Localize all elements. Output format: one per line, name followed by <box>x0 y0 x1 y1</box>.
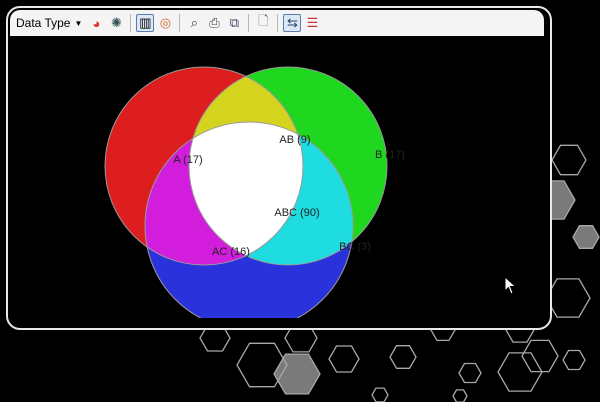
venn-label-ac: AC (16) <box>212 246 250 258</box>
radar-icon[interactable]: ✺ <box>107 14 125 32</box>
hexagon-decoration <box>389 345 417 369</box>
venn-label-a: A (17) <box>173 154 202 166</box>
hexagon-decoration <box>545 278 591 318</box>
hexagon-decoration <box>328 345 360 373</box>
copy-icon[interactable]: ⧉ <box>225 14 243 32</box>
hexagon-decoration <box>551 144 587 176</box>
print-preview-icon[interactable]: ⌕ <box>185 14 203 32</box>
chevron-down-icon: ▼ <box>74 18 83 28</box>
data-type-label: Data Type <box>16 16 71 30</box>
venn-chart-area: A (17)B (17)C (12)AB (9)AC (16)BC (3)ABC… <box>12 38 544 318</box>
toolbar-separator <box>277 14 279 32</box>
printer-icon[interactable]: ⎙ <box>205 14 223 32</box>
toolbar: Data Type ▼ ◕ ✺ ▥ ◎ ⌕ ⎙ ⧉ 🗋 ⇆ ☰ <box>10 10 544 36</box>
new-document-icon[interactable]: 🗋 <box>254 13 272 32</box>
hexagon-decoration <box>458 362 482 384</box>
hexagon-decoration <box>452 389 468 402</box>
hexagon-decoration <box>521 339 559 373</box>
chart-window: Data Type ▼ ◕ ✺ ▥ ◎ ⌕ ⎙ ⧉ 🗋 ⇆ ☰ A (17) B … <box>6 6 552 330</box>
hexagon-decoration <box>572 225 600 249</box>
hexagon-decoration <box>562 349 586 371</box>
venn-label-abc: ABC (90) <box>274 207 319 219</box>
pie-chart-icon[interactable]: ◕ <box>87 14 105 32</box>
bar-chart-icon[interactable]: ▥ <box>136 14 155 32</box>
venn-diagram: A (17)B (17)C (12)AB (9)AC (16)BC (3)ABC… <box>104 66 405 318</box>
hexagon-decoration <box>371 387 389 402</box>
legend-icon[interactable]: ☰ <box>303 14 321 32</box>
venn-label-ab: AB (9) <box>279 134 310 146</box>
venn-label-b: B (17) <box>375 149 405 161</box>
data-type-dropdown[interactable]: Data Type ▼ <box>16 16 82 30</box>
mouse-cursor-icon <box>504 275 518 301</box>
toolbar-separator <box>130 14 132 32</box>
lifebuoy-icon[interactable]: ◎ <box>156 14 174 32</box>
hexagon-decoration <box>273 353 321 395</box>
venn-label-bc: BC (3) <box>339 241 371 253</box>
toolbar-separator <box>248 14 250 32</box>
layout-icon[interactable]: ⇆ <box>283 14 302 32</box>
toolbar-separator <box>179 14 181 32</box>
